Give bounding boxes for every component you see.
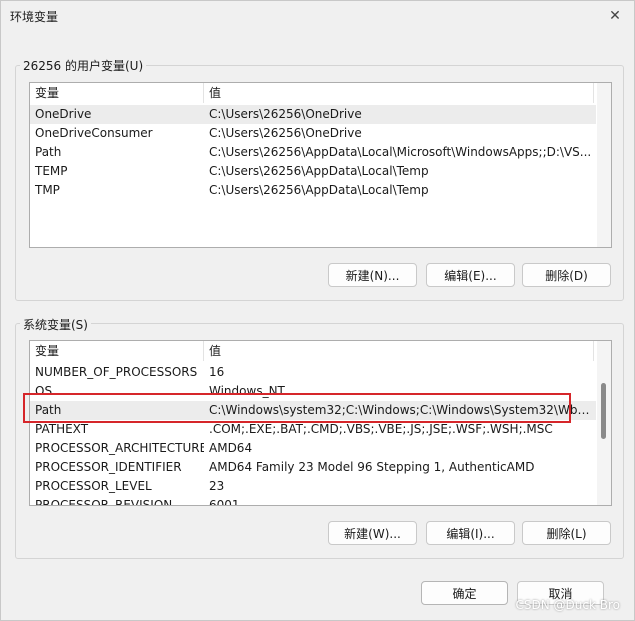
- user-row[interactable]: OneDrive C:\Users\26256\OneDrive: [30, 105, 596, 124]
- window-title: 环境变量: [10, 10, 59, 24]
- close-icon[interactable]: ✕: [604, 5, 626, 27]
- variable-name: OneDriveConsumer: [35, 126, 153, 140]
- user-row[interactable]: TEMP C:\Users\26256\AppData\Local\Temp: [30, 162, 596, 181]
- watermark: CSDN @Duck Bro: [515, 598, 620, 612]
- variable-value: C:\Users\26256\OneDrive: [209, 107, 362, 121]
- system-row[interactable]: PROCESSOR_LEVEL 23: [30, 477, 596, 496]
- user-list-header: 变量 值: [30, 83, 611, 103]
- variable-value: C:\Windows\system32;C:\Windows;C:\Window…: [209, 403, 596, 417]
- user-variables-label: 26256 的用户变量(U): [20, 57, 147, 74]
- user-delete-button[interactable]: 删除(D): [522, 263, 611, 287]
- user-new-button[interactable]: 新建(N)...: [328, 263, 417, 287]
- system-row[interactable]: NUMBER_OF_PROCESSORS 16: [30, 363, 596, 382]
- user-variables-list[interactable]: 变量 值 OneDrive C:\Users\26256\OneDrive On…: [29, 82, 612, 248]
- system-row-selected[interactable]: Path C:\Windows\system32;C:\Windows;C:\W…: [30, 401, 596, 420]
- variable-value: C:\Users\26256\AppData\Local\Temp: [209, 183, 429, 197]
- ok-button[interactable]: 确定: [421, 581, 508, 605]
- system-row[interactable]: PATHEXT .COM;.EXE;.BAT;.CMD;.VBS;.VBE;.J…: [30, 420, 596, 439]
- user-list-scrollbar[interactable]: [597, 83, 611, 247]
- system-variables-label: 系统变量(S): [20, 316, 91, 333]
- variable-name: TEMP: [35, 164, 68, 178]
- system-variables-list[interactable]: 变量 值 NUMBER_OF_PROCESSORS 16 OS Windows_…: [29, 340, 612, 506]
- system-edit-button[interactable]: 编辑(I)...: [426, 521, 515, 545]
- variable-name: NUMBER_OF_PROCESSORS: [35, 365, 198, 379]
- title-bar: 环境变量 ✕: [1, 1, 634, 31]
- variable-name: OS: [35, 384, 53, 398]
- column-header-variable[interactable]: 变量: [30, 83, 204, 103]
- variable-value: AMD64: [209, 441, 253, 455]
- column-header-value[interactable]: 值: [204, 341, 594, 361]
- user-edit-button[interactable]: 编辑(E)...: [426, 263, 515, 287]
- variable-name: OneDrive: [35, 107, 92, 121]
- variable-value: 23: [209, 479, 225, 493]
- variable-value: C:\Users\26256\AppData\Local\Temp: [209, 164, 429, 178]
- system-list-scrollbar[interactable]: [597, 341, 611, 505]
- variable-value: AMD64 Family 23 Model 96 Stepping 1, Aut…: [209, 460, 535, 474]
- system-row[interactable]: PROCESSOR_ARCHITECTURE AMD64: [30, 439, 596, 458]
- variable-value: .COM;.EXE;.BAT;.CMD;.VBS;.VBE;.JS;.JSE;.…: [209, 422, 553, 436]
- variable-value: 6001: [209, 498, 240, 506]
- variable-name: Path: [35, 145, 62, 159]
- environment-variables-dialog: 环境变量 ✕ 26256 的用户变量(U) 变量 值 OneDrive C:\U…: [0, 0, 635, 621]
- variable-name: PROCESSOR_IDENTIFIER: [35, 460, 182, 474]
- variable-name: PROCESSOR_REVISION: [35, 498, 173, 506]
- system-list-header: 变量 值: [30, 341, 611, 361]
- user-row[interactable]: Path C:\Users\26256\AppData\Local\Micros…: [30, 143, 596, 162]
- user-row[interactable]: OneDriveConsumer C:\Users\26256\OneDrive: [30, 124, 596, 143]
- user-row[interactable]: TMP C:\Users\26256\AppData\Local\Temp: [30, 181, 596, 200]
- variable-value: C:\Users\26256\AppData\Local\Microsoft\W…: [209, 145, 592, 159]
- variable-name: PROCESSOR_LEVEL: [35, 479, 152, 493]
- variable-name: PROCESSOR_ARCHITECTURE: [35, 441, 204, 455]
- system-row[interactable]: PROCESSOR_REVISION 6001: [30, 496, 596, 506]
- variable-value: 16: [209, 365, 225, 379]
- column-header-value[interactable]: 值: [204, 83, 594, 103]
- system-row[interactable]: OS Windows_NT: [30, 382, 596, 401]
- variable-value: Windows_NT: [209, 384, 285, 398]
- system-delete-button[interactable]: 删除(L): [522, 521, 611, 545]
- variable-name: PATHEXT: [35, 422, 89, 436]
- system-new-button[interactable]: 新建(W)...: [328, 521, 417, 545]
- column-header-variable[interactable]: 变量: [30, 341, 204, 361]
- variable-name: TMP: [35, 183, 60, 197]
- scrollbar-thumb[interactable]: [601, 383, 606, 439]
- variable-value: C:\Users\26256\OneDrive: [209, 126, 362, 140]
- system-row[interactable]: PROCESSOR_IDENTIFIER AMD64 Family 23 Mod…: [30, 458, 596, 477]
- variable-name: Path: [35, 403, 62, 417]
